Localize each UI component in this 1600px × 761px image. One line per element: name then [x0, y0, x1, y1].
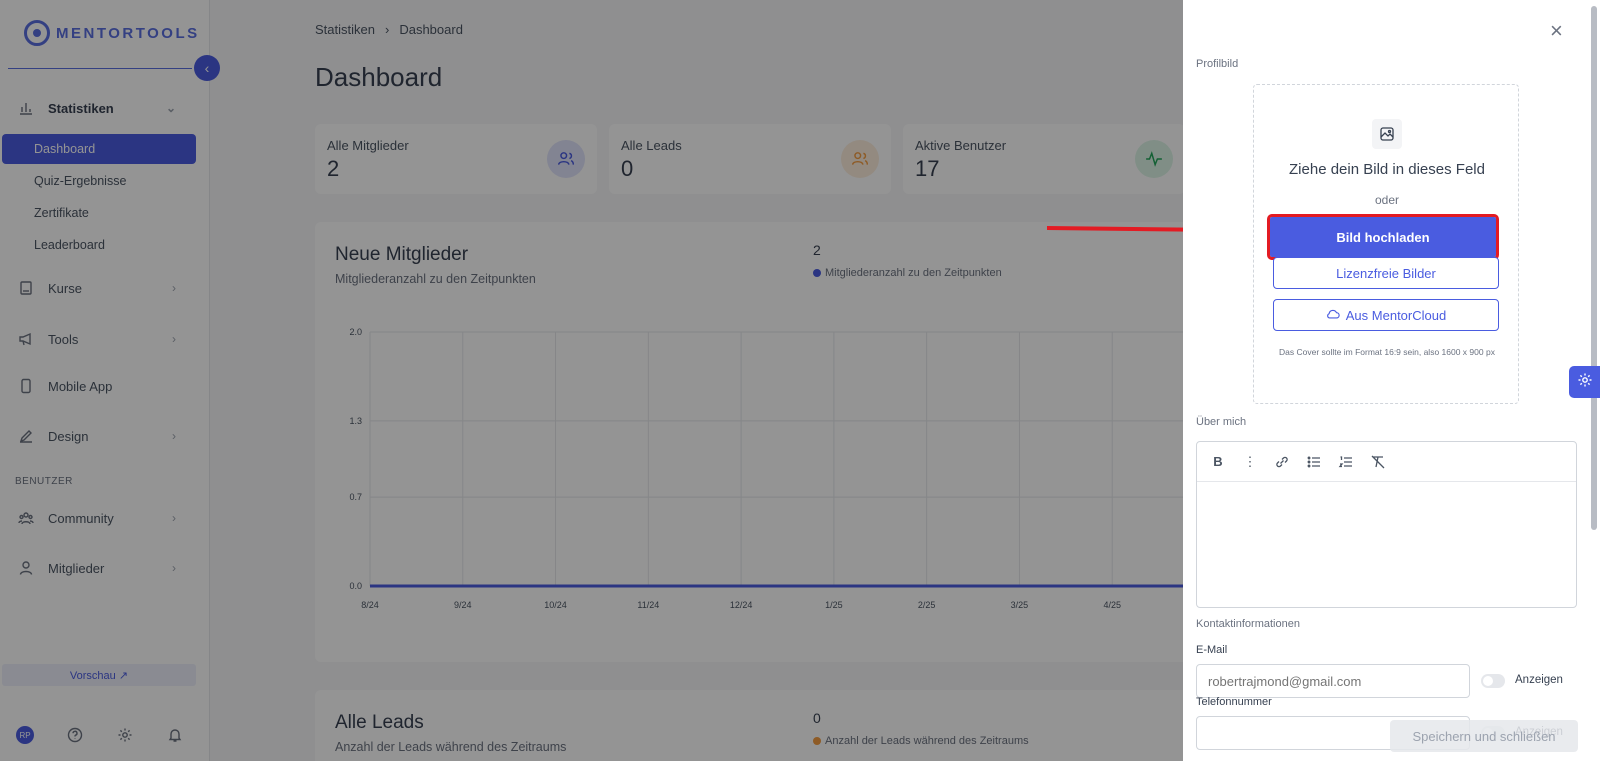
bullet-list-icon[interactable] [1305, 453, 1323, 471]
editor-toolbar: B ⋮ [1197, 442, 1576, 482]
free-images-button[interactable]: Lizenzfreie Bilder [1273, 257, 1499, 289]
phone-label: Telefonnummer [1196, 696, 1272, 708]
close-icon[interactable]: × [1550, 20, 1563, 42]
email-visibility-toggle[interactable] [1481, 674, 1505, 688]
bold-icon[interactable]: B [1209, 453, 1227, 471]
image-icon [1372, 119, 1402, 149]
scrollbar[interactable] [1591, 6, 1597, 530]
cloud-icon [1326, 308, 1340, 323]
email-label: E-Mail [1196, 644, 1228, 656]
modal-backdrop[interactable] [0, 0, 1183, 761]
dropzone-text: Ziehe dein Bild in dieses Feld [1289, 161, 1485, 178]
button-label: Lizenzfreie Bilder [1336, 265, 1436, 281]
profile-panel: × Profilbild Ziehe dein Bild in dieses F… [1183, 0, 1600, 761]
settings-tab[interactable] [1569, 366, 1600, 398]
contact-info-label: Kontaktinformationen [1196, 618, 1300, 630]
email-field[interactable] [1196, 664, 1470, 698]
button-label: Aus MentorCloud [1345, 307, 1447, 323]
gear-icon [1577, 372, 1593, 393]
more-vertical-icon[interactable]: ⋮ [1241, 453, 1259, 471]
profile-image-label: Profilbild [1196, 58, 1239, 70]
clear-format-icon[interactable] [1369, 453, 1387, 471]
dropzone-or: oder [1374, 193, 1400, 207]
link-icon[interactable] [1273, 453, 1291, 471]
upload-image-button[interactable]: Bild hochladen [1267, 214, 1499, 260]
mentorcloud-button[interactable]: Aus MentorCloud [1273, 299, 1499, 331]
toggle-label: Anzeigen [1515, 674, 1563, 686]
dropzone-hint: Das Cover sollte im Format 16:9 sein, al… [1279, 347, 1495, 357]
about-editor[interactable]: B ⋮ [1196, 441, 1577, 608]
image-dropzone[interactable]: Ziehe dein Bild in dieses Feld oder Bild… [1253, 84, 1519, 404]
save-and-close-button[interactable]: Speichern und schließen [1390, 720, 1578, 752]
about-label: Über mich [1196, 416, 1247, 428]
numbered-list-icon[interactable] [1337, 453, 1355, 471]
